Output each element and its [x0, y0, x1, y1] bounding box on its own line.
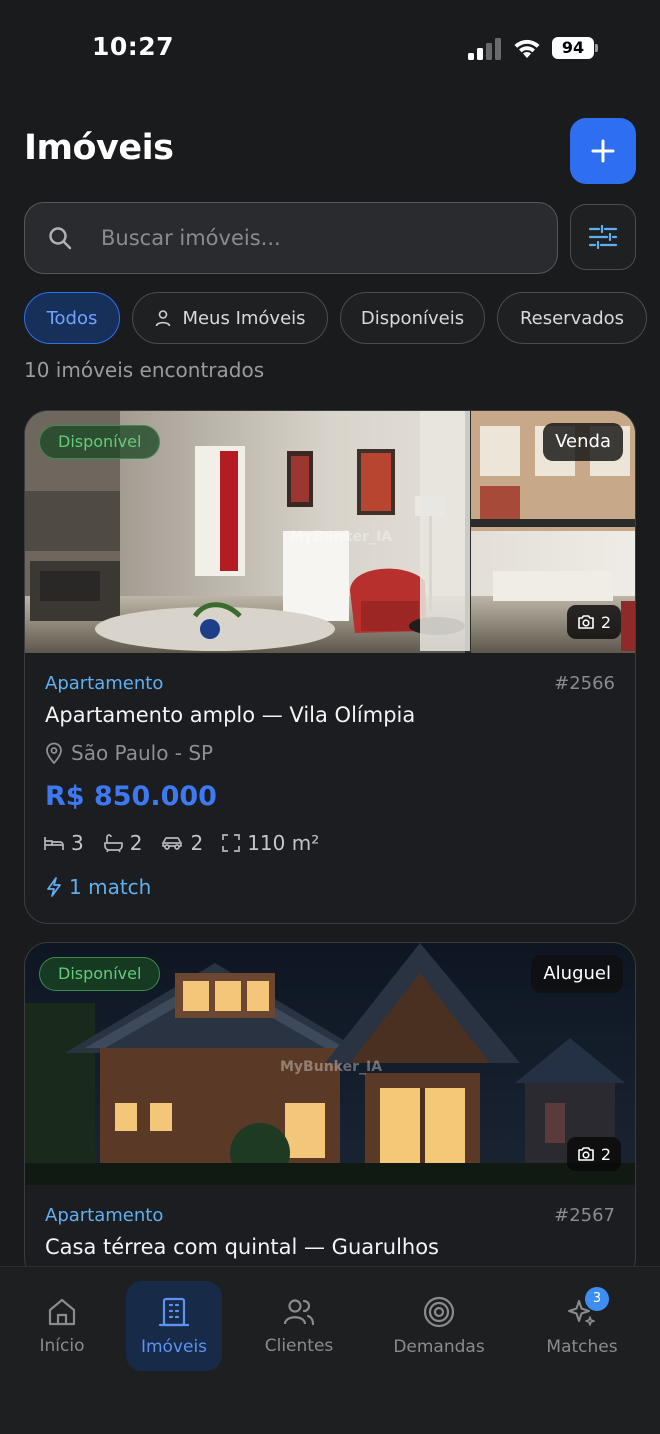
- signal-icon: [468, 38, 501, 60]
- property-features: 3 2 2 110 m²: [43, 831, 337, 855]
- tab-inicio[interactable]: Início: [7, 1281, 117, 1371]
- user-icon: [156, 310, 171, 327]
- bedrooms-count: 3: [71, 831, 84, 855]
- add-property-button[interactable]: [570, 118, 636, 184]
- match-link[interactable]: 1 match: [45, 875, 151, 899]
- building-icon: [158, 1297, 190, 1327]
- status-bar: 10:27 94: [0, 0, 660, 100]
- home-icon: [48, 1298, 76, 1326]
- battery-indicator: 94: [552, 37, 598, 59]
- bathrooms: 2: [102, 831, 143, 855]
- tab-label: Imóveis: [140, 1337, 208, 1357]
- chip-label: Meus Imóveis: [182, 307, 306, 329]
- search-icon: [49, 227, 72, 250]
- property-photo[interactable]: MyBunker_IA Disponível Venda 2: [25, 411, 635, 653]
- users-icon: [283, 1299, 315, 1326]
- search-box[interactable]: [24, 202, 558, 274]
- tab-matches[interactable]: Matches 3: [527, 1281, 637, 1371]
- photo-count-value: 2: [600, 1144, 611, 1164]
- property-type: Apartamento: [45, 1205, 164, 1226]
- chip-label: Reservados: [519, 307, 625, 329]
- tab-label: Clientes: [264, 1336, 334, 1356]
- chip-todos[interactable]: Todos: [24, 292, 120, 344]
- tab-label: Matches: [546, 1337, 618, 1357]
- tab-imoveis[interactable]: Imóveis: [126, 1281, 222, 1371]
- status-time: 10:27: [92, 32, 175, 61]
- chip-reservados[interactable]: Reservados: [497, 292, 647, 344]
- battery-level: 94: [552, 37, 594, 59]
- camera-icon: [578, 615, 594, 629]
- wifi-icon: [514, 39, 540, 58]
- photo-count: 2: [566, 1137, 621, 1171]
- property-title: Casa térrea com quintal — Guarulhos: [45, 1235, 439, 1259]
- tab-label: Início: [39, 1336, 85, 1356]
- property-price: R$ 850.000: [45, 781, 217, 812]
- status-badge: Disponível: [39, 425, 161, 459]
- target-icon: [423, 1296, 455, 1328]
- lightning-icon: [47, 877, 61, 897]
- map-pin-icon: [46, 742, 62, 764]
- notification-badge: 3: [585, 1287, 609, 1311]
- watermark: MyBunker_IA: [290, 529, 393, 545]
- status-badge: Disponível: [39, 957, 161, 991]
- tab-demandas[interactable]: Demandas: [384, 1281, 494, 1371]
- property-code: #2567: [554, 1205, 615, 1226]
- chip-label: Disponíveis: [360, 307, 465, 329]
- bottom-tab-bar: Início Imóveis Clientes Demandas Matches…: [0, 1266, 660, 1434]
- car-icon: [162, 837, 183, 850]
- tab-label: Demandas: [393, 1337, 485, 1357]
- area-value: 110 m²: [247, 831, 320, 855]
- photo-count-value: 2: [600, 612, 611, 632]
- camera-icon: [578, 1147, 594, 1161]
- page-title: Imóveis: [24, 128, 174, 168]
- filter-button[interactable]: [570, 204, 636, 270]
- chip-disponiveis[interactable]: Disponíveis: [340, 292, 485, 344]
- property-photo[interactable]: MyBunker_IA Disponível Aluguel 2: [25, 943, 635, 1185]
- photo-count: 2: [566, 605, 621, 639]
- sliders-icon: [588, 224, 618, 250]
- bathrooms-count: 2: [129, 831, 143, 855]
- bath-icon: [103, 834, 123, 853]
- tab-clientes[interactable]: Clientes: [244, 1281, 354, 1371]
- bedrooms: 3: [43, 831, 84, 855]
- results-count: 10 imóveis encontrados: [24, 358, 265, 382]
- property-card[interactable]: MyBunker_IA Disponível Venda 2 Apartamen…: [24, 410, 636, 924]
- battery-tip: [595, 44, 598, 52]
- chip-meus-imoveis[interactable]: Meus Imóveis: [132, 292, 328, 344]
- deal-type-badge: Aluguel: [531, 955, 623, 993]
- property-location: São Paulo - SP: [45, 741, 213, 765]
- match-text: 1 match: [69, 875, 152, 899]
- property-title: Apartamento amplo — Vila Olímpia: [45, 703, 416, 727]
- area: 110 m²: [221, 831, 319, 855]
- location-text: São Paulo - SP: [71, 741, 214, 765]
- property-code: #2566: [554, 673, 615, 694]
- parking: 2: [160, 831, 203, 855]
- chip-label: Todos: [46, 307, 98, 329]
- area-icon: [222, 834, 241, 852]
- property-card[interactable]: MyBunker_IA Disponível Aluguel 2 Apartam…: [24, 942, 636, 1282]
- search-input[interactable]: [101, 221, 521, 255]
- parking-count: 2: [190, 831, 204, 855]
- deal-type-badge: Venda: [543, 423, 623, 461]
- property-type: Apartamento: [45, 673, 164, 694]
- watermark: MyBunker_IA: [280, 1059, 383, 1075]
- plus-icon: [591, 139, 615, 163]
- bed-icon: [44, 837, 64, 850]
